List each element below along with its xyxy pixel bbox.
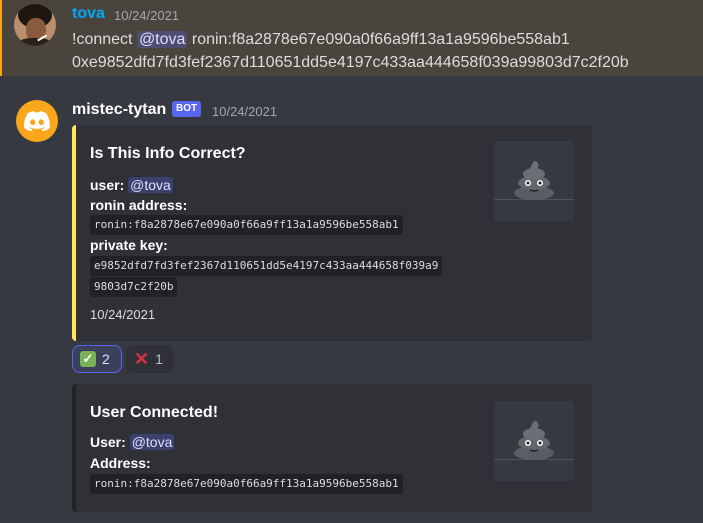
embed-user-connected: User Connected! User: @tova Address: ron… [72, 384, 592, 512]
ronin-address-code: ronin:f8a2878e67e090a0f66a9ff13a1a9596be… [90, 215, 403, 235]
poop-icon [514, 161, 554, 200]
user-field: User: @tova [90, 433, 175, 451]
address-label: Address: [90, 455, 151, 471]
reaction-count: 1 [155, 351, 163, 367]
embed-thumbnail[interactable] [494, 141, 574, 221]
address-code: ronin:f8a2878e67e090a0f66a9ff13a1a9596be… [90, 474, 403, 494]
user-field: user: @tova [90, 176, 173, 194]
ronin-text: ronin:f8a2878e67e090a0f66a9ff13a1a9596be… [191, 31, 570, 48]
ronin-address-label: ronin address: [90, 197, 188, 213]
user-mention[interactable]: @tova [136, 31, 188, 48]
private-key-label: private key: [90, 237, 168, 253]
embed-title: Is This Info Correct? [90, 145, 246, 162]
private-key-code-line2: 9803d7c2f20b [90, 277, 178, 297]
embed-confirm-info: Is This Info Correct? user: @tova ronin … [72, 125, 592, 341]
reaction-check[interactable]: ✓ 2 [72, 345, 122, 373]
message-tova: tova 10/24/2021 !connect @tova ronin:f8a… [0, 0, 703, 76]
reaction-count: 2 [102, 351, 110, 367]
embed-title: User Connected! [90, 404, 219, 421]
user-avatar-tova[interactable] [14, 4, 56, 46]
check-mark-icon: ✓ [80, 351, 96, 367]
username-tova[interactable]: tova [72, 5, 105, 23]
poop-icon [514, 421, 554, 460]
user-label: user: [90, 177, 125, 193]
user-label: User: [90, 434, 126, 450]
embed-thumbnail[interactable] [494, 401, 574, 481]
timestamp: 10/24/2021 [114, 8, 180, 23]
discord-logo-icon [24, 111, 50, 131]
user-mention[interactable]: @tova [128, 177, 173, 193]
cross-mark-icon: ✕ [134, 349, 150, 369]
username-bot[interactable]: mistec-tytan [72, 101, 166, 119]
timestamp: 10/24/2021 [212, 104, 278, 119]
bot-avatar[interactable] [16, 100, 58, 142]
reaction-cross[interactable]: ✕ 1 [126, 345, 174, 373]
message-content: !connect @tova ronin:f8a2878e67e090a0f66… [72, 29, 570, 51]
embed-footer-date: 10/24/2021 [90, 307, 156, 322]
private-key-text: 0xe9852dfd7fd3fef2367d110651dd5e4197c433… [72, 54, 629, 71]
user-mention[interactable]: @tova [129, 434, 175, 450]
command-text: !connect [72, 31, 133, 48]
private-key-code-line1: e9852dfd7fd3fef2367d110651dd5e4197c433aa… [90, 256, 443, 276]
bot-tag: BOT [172, 101, 202, 117]
